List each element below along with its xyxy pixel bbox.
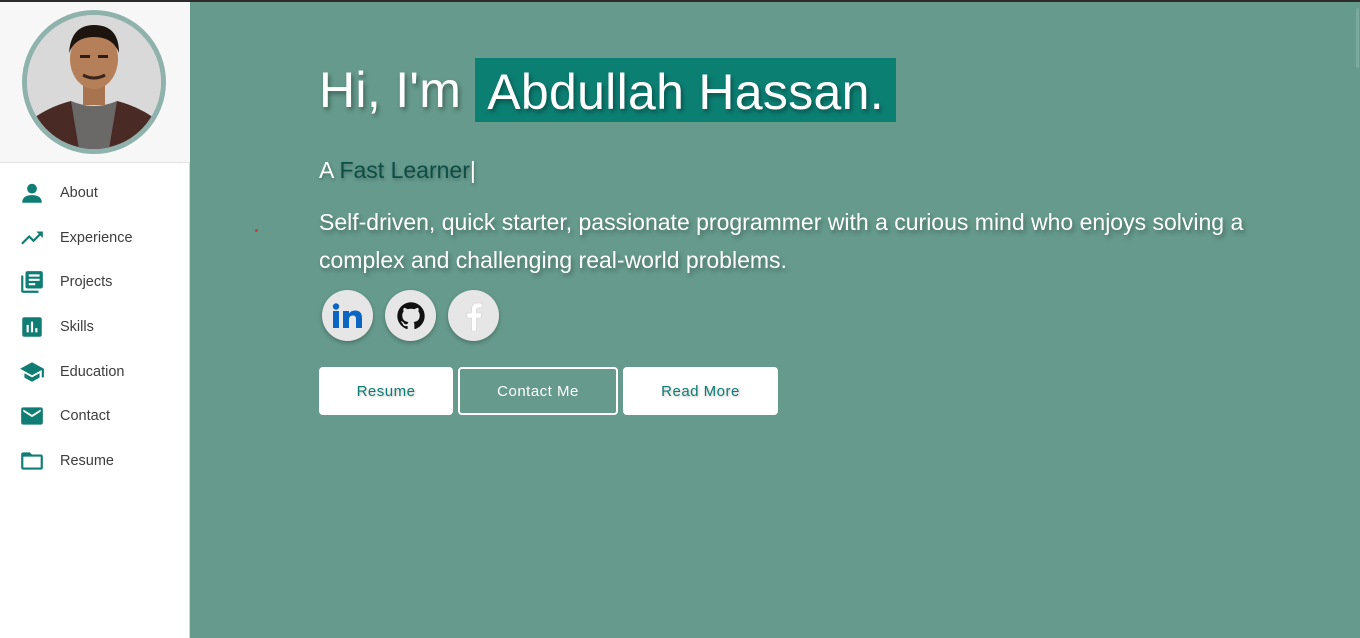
person-icon	[17, 180, 47, 206]
github-link[interactable]	[385, 290, 436, 341]
sidebar-item-label: Experience	[60, 229, 133, 246]
mail-icon	[17, 403, 47, 429]
sidebar-item-label: About	[60, 185, 98, 202]
social-links	[322, 290, 511, 341]
contact-me-button[interactable]: Contact Me	[458, 367, 618, 415]
facebook-icon	[466, 302, 482, 331]
sidebar-item-label: Education	[60, 363, 125, 380]
hero-greeting: Hi, I'm	[319, 62, 462, 118]
sidebar-item-contact[interactable]: Contact	[0, 394, 189, 439]
read-more-button[interactable]: Read More	[623, 367, 778, 415]
bar-chart-icon	[17, 314, 47, 340]
graduation-cap-icon	[17, 359, 47, 385]
github-icon	[396, 301, 425, 329]
linkedin-link[interactable]	[322, 290, 373, 341]
avatar-container	[0, 0, 190, 163]
sidebar-item-experience[interactable]: Experience	[0, 216, 189, 261]
sidebar-item-label: Skills	[60, 319, 94, 336]
scrollbar[interactable]	[1354, 0, 1360, 638]
hero-description: Self-driven, quick starter, passionate p…	[319, 209, 1244, 273]
sidebar-item-label: Projects	[60, 274, 113, 291]
typed-text: Fast Learner	[339, 157, 470, 183]
hero-section: Hi, I'm Abdullah Hassan. A Fast Learner|…	[190, 0, 1360, 638]
facebook-link[interactable]	[448, 290, 499, 341]
decorative-dot	[255, 229, 258, 232]
sidebar-item-label: Resume	[60, 452, 114, 469]
hero-name: Abdullah Hassan.	[475, 58, 896, 122]
hero-subtitle: A Fast Learner|	[319, 157, 476, 184]
sidebar-item-about[interactable]: About	[0, 171, 189, 216]
library-books-icon	[17, 269, 47, 295]
hero-title: Hi, I'm Abdullah Hassan.	[319, 58, 896, 122]
scrollbar-thumb[interactable]	[1356, 8, 1359, 68]
linkedin-icon	[332, 302, 362, 328]
sidebar: About Experience Projects Skills Educati…	[0, 0, 190, 638]
trending-up-icon	[17, 225, 47, 251]
window-top-border	[0, 0, 1360, 2]
typing-cursor: |	[469, 157, 476, 183]
resume-button[interactable]: Resume	[319, 367, 453, 415]
folder-icon	[17, 448, 47, 474]
sidebar-nav: About Experience Projects Skills Educati…	[0, 163, 189, 483]
sidebar-item-label: Contact	[60, 408, 110, 425]
sidebar-item-skills[interactable]: Skills	[0, 305, 189, 350]
sidebar-item-education[interactable]: Education	[0, 349, 189, 394]
subtitle-prefix: A	[319, 157, 334, 183]
avatar-photo	[27, 15, 161, 149]
avatar	[22, 10, 166, 154]
sidebar-item-projects[interactable]: Projects	[0, 260, 189, 305]
hero-buttons: Resume Contact Me Read More	[319, 367, 783, 415]
sidebar-item-resume[interactable]: Resume	[0, 439, 189, 484]
